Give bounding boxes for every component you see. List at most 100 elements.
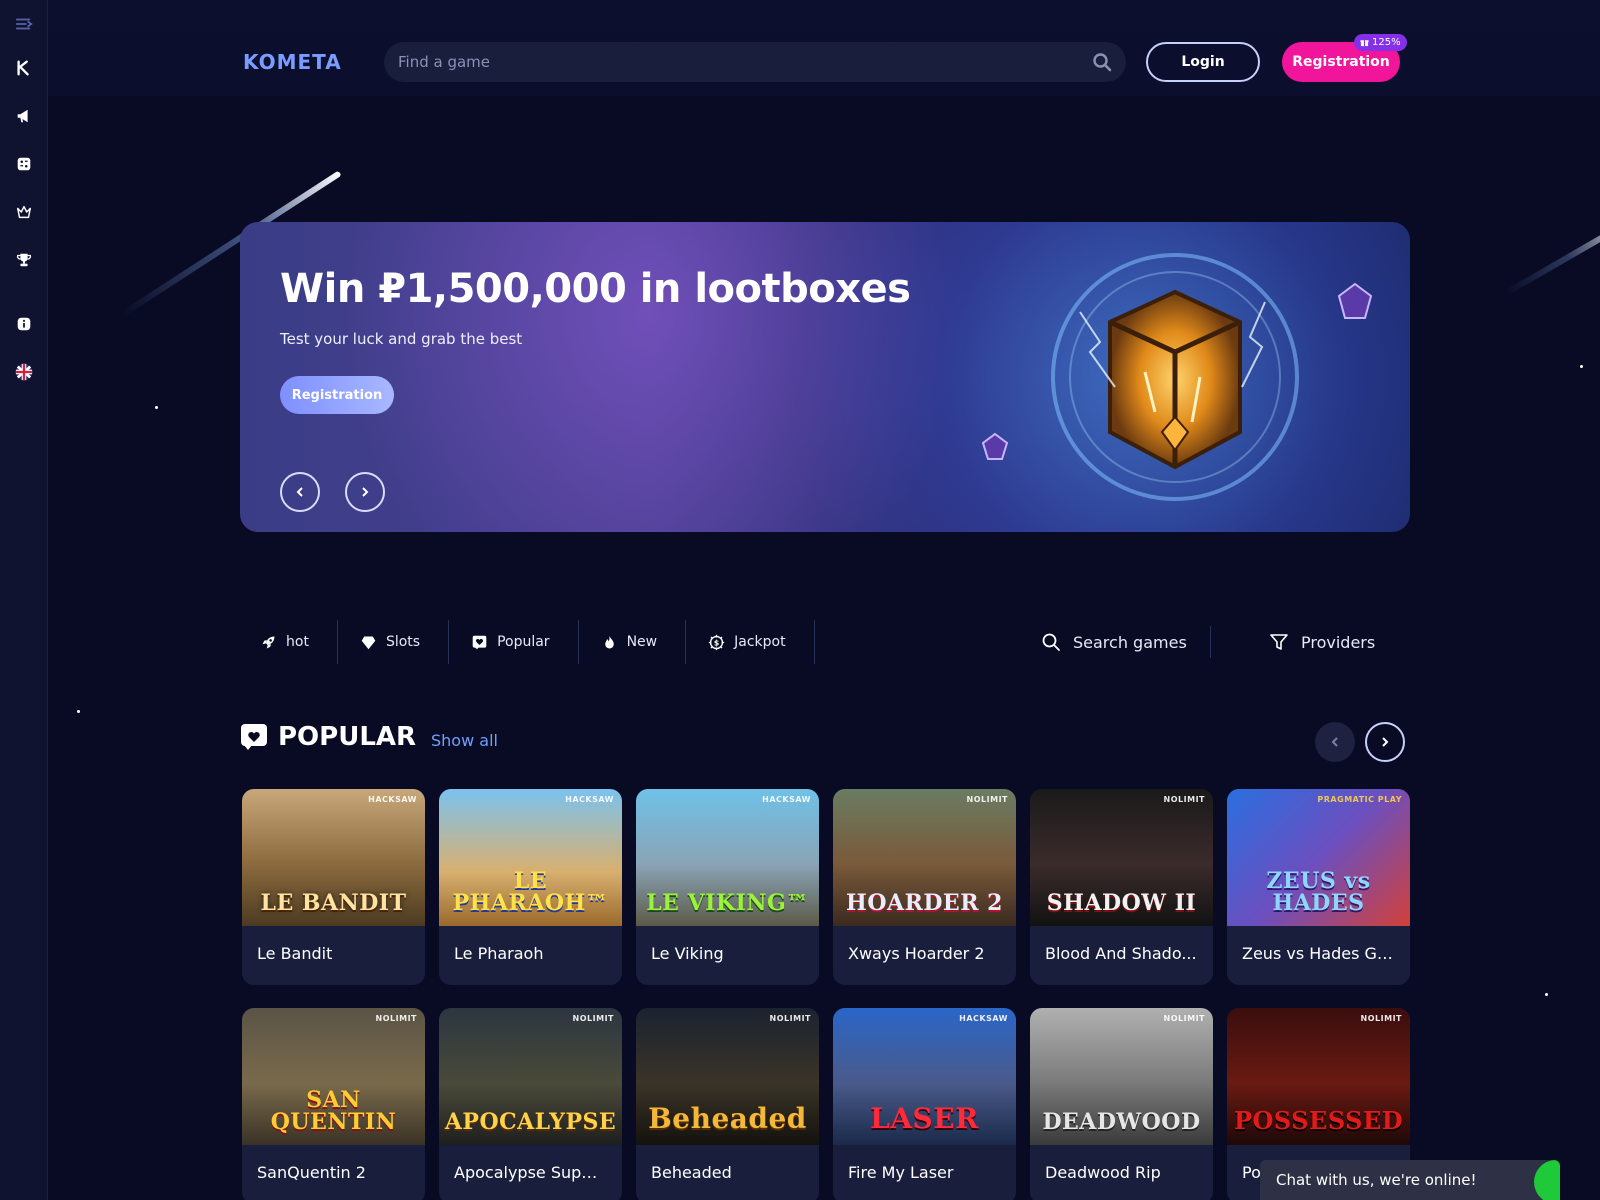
provider-label: NOLIMIT — [572, 1014, 614, 1023]
game-title: Fire My Laser — [848, 1163, 954, 1182]
gem-decoration — [981, 432, 1009, 460]
chat-label: Chat with us, we're online! — [1276, 1171, 1477, 1189]
game-card[interactable]: HACKSAW LASER Fire My Laser — [833, 1008, 1016, 1200]
sidebar-item-promotions[interactable] — [0, 94, 48, 138]
uk-flag-icon — [15, 363, 32, 381]
tab-label: Popular — [497, 634, 550, 650]
game-card[interactable]: PRAGMATIC PLAY ZEUS vs HADES Zeus vs Had… — [1227, 789, 1410, 985]
search-games-button[interactable]: Search games — [1041, 620, 1187, 664]
game-logo-text: ZEUS vs HADES — [1266, 868, 1371, 916]
tab-divider — [1210, 626, 1211, 658]
provider-label: NOLIMIT — [769, 1014, 811, 1023]
sidebar-item-info[interactable] — [0, 302, 48, 346]
live-chat-widget[interactable]: Chat with us, we're online! — [1260, 1160, 1560, 1200]
game-thumbnail: NOLIMIT SHADOW II — [1030, 789, 1213, 926]
sidebar-item-vip[interactable] — [0, 190, 48, 234]
search-icon[interactable] — [1092, 52, 1112, 72]
game-card[interactable]: HACKSAW LE PHARAOH™ Le Pharaoh — [439, 789, 622, 985]
search-bar[interactable] — [384, 42, 1126, 82]
game-logo-text: POSSESSED — [1233, 1106, 1404, 1135]
provider-label: HACKSAW — [565, 795, 614, 804]
chevron-left-icon — [1331, 737, 1338, 747]
game-title: Le Bandit — [257, 944, 333, 963]
game-title: SanQuentin 2 — [257, 1163, 366, 1182]
gift-icon — [1360, 40, 1369, 47]
tab-jackpot[interactable]: $ Jackpot — [686, 620, 815, 664]
provider-label: NOLIMIT — [375, 1014, 417, 1023]
tab-hot[interactable]: hot — [240, 620, 338, 664]
banner-title: Win ₽1,500,000 in lootboxes — [280, 266, 911, 312]
game-card[interactable]: NOLIMIT SAN QUENTIN SanQuentin 2 — [242, 1008, 425, 1200]
trophy-icon — [16, 253, 31, 267]
game-thumbnail: HACKSAW LE VIKING™ — [636, 789, 819, 926]
game-title: Xways Hoarder 2 — [848, 944, 985, 963]
game-thumbnail: NOLIMIT Beheaded — [636, 1008, 819, 1145]
sidebar-item-tournaments[interactable] — [0, 238, 48, 282]
star-decoration — [1580, 365, 1583, 368]
heart-icon — [241, 724, 267, 750]
search-icon — [1042, 633, 1060, 651]
game-card[interactable]: NOLIMIT DEADWOOD Deadwood Rip — [1030, 1008, 1213, 1200]
provider-label: NOLIMIT — [1163, 1014, 1205, 1023]
provider-label: PRAGMATIC PLAY — [1317, 795, 1402, 804]
sidebar-item-games[interactable] — [0, 142, 48, 186]
comet-decoration — [1504, 230, 1600, 296]
game-logo-text: SHADOW II — [1046, 890, 1197, 916]
star-decoration — [155, 406, 158, 409]
sidebar-item-home[interactable] — [0, 46, 48, 90]
kometa-logo[interactable]: KOMETA — [243, 50, 342, 74]
game-card[interactable]: NOLIMIT APOCALYPSE Apocalypse Super... — [439, 1008, 622, 1200]
flame-icon — [604, 635, 614, 648]
search-input[interactable] — [398, 53, 1092, 71]
game-logo-text: SAN QUENTIN — [270, 1087, 397, 1135]
lootbox-illustration — [1051, 253, 1299, 501]
section-title-text: POPULAR — [278, 722, 417, 752]
promo-banner[interactable]: Win ₽1,500,000 in lootboxes Test your lu… — [240, 222, 1410, 532]
providers-button[interactable]: Providers — [1269, 620, 1375, 664]
game-card[interactable]: NOLIMIT HOARDER 2 Xways Hoarder 2 — [833, 789, 1016, 985]
provider-label: HACKSAW — [762, 795, 811, 804]
game-logo-text: LE VIKING™ — [646, 890, 809, 916]
show-all-link[interactable]: Show all — [431, 731, 498, 750]
banner-subtitle: Test your luck and grab the best — [280, 330, 523, 348]
category-tabs: hot Slots Popular New $ Jackpot Search g… — [240, 620, 1410, 664]
megaphone-icon — [17, 109, 28, 123]
game-title: Blood And Shado... — [1045, 944, 1197, 963]
rocket-icon — [262, 636, 275, 648]
search-games-label: Search games — [1073, 632, 1187, 652]
svg-text:$: $ — [714, 638, 719, 647]
tab-slots[interactable]: Slots — [338, 620, 450, 664]
bonus-badge: 125% — [1354, 34, 1407, 51]
game-thumbnail: PRAGMATIC PLAY ZEUS vs HADES — [1227, 789, 1410, 926]
chevron-right-icon — [362, 487, 369, 497]
sidebar-item-language[interactable] — [0, 350, 48, 394]
tab-label: Slots — [385, 634, 421, 650]
game-thumbnail: NOLIMIT SAN QUENTIN — [242, 1008, 425, 1145]
banner-registration-button[interactable]: Registration — [280, 376, 394, 414]
crown-icon — [16, 205, 31, 219]
section-next-button[interactable] — [1365, 722, 1405, 762]
sidebar — [0, 0, 48, 1200]
section-prev-button[interactable] — [1315, 722, 1355, 762]
game-logo-text: LE BANDIT — [260, 890, 407, 916]
game-logo-text: LE PHARAOH™ — [452, 868, 609, 916]
game-thumbnail: NOLIMIT APOCALYPSE — [439, 1008, 622, 1145]
banner-next-button[interactable] — [345, 472, 385, 512]
diamond-icon — [361, 636, 376, 649]
game-logo-text: Beheaded — [648, 1102, 807, 1135]
tab-popular[interactable]: Popular — [449, 620, 579, 664]
tab-new[interactable]: New — [579, 620, 687, 664]
menu-toggle-button[interactable] — [0, 2, 48, 46]
game-card[interactable]: HACKSAW LE BANDIT Le Bandit — [242, 789, 425, 985]
game-title: Beheaded — [651, 1163, 732, 1182]
banner-prev-button[interactable] — [280, 472, 320, 512]
provider-label: NOLIMIT — [1163, 795, 1205, 804]
login-button[interactable]: Login — [1146, 42, 1260, 82]
game-card[interactable]: NOLIMIT Beheaded Beheaded — [636, 1008, 819, 1200]
game-thumbnail: NOLIMIT POSSESSED — [1227, 1008, 1410, 1145]
provider-label: NOLIMIT — [966, 795, 1008, 804]
game-logo-text: HOARDER 2 — [846, 890, 1003, 916]
game-card[interactable]: HACKSAW LE VIKING™ Le Viking — [636, 789, 819, 985]
game-card[interactable]: NOLIMIT SHADOW II Blood And Shado... — [1030, 789, 1213, 985]
tab-label: Jackpot — [734, 634, 786, 650]
